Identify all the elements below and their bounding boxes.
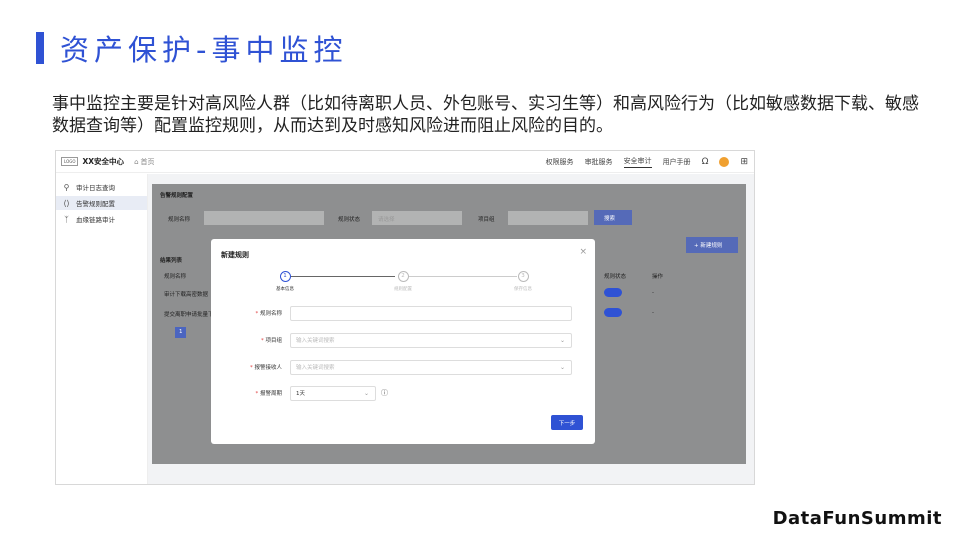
step-rule-config: 2 规则配置	[373, 271, 433, 292]
home-icon: ⌂	[134, 157, 139, 166]
receiver-label-text: 报警接收人	[254, 365, 282, 371]
search-icon: ⚲	[63, 182, 70, 192]
period-label-text: 报警周期	[259, 391, 282, 397]
chevron-down-icon: ⌄	[363, 389, 369, 397]
step-label: 规则配置	[394, 287, 412, 292]
new-rule-button-label: + 新建规则	[694, 243, 723, 249]
step-label: 保存信息	[514, 287, 532, 292]
form-row-rule-name: * 规则名称	[236, 305, 572, 321]
col-operations: 操作	[652, 274, 664, 280]
required-mark: *	[255, 311, 259, 317]
app-name: XX安全中心	[82, 157, 125, 166]
form-row-receiver: * 报警接收人 输入关键词搜索 ⌄	[236, 359, 572, 375]
slide-description: 事中监控主要是针对高风险人群（比如待离职人员、外包账号、实习生等）和高风险行为（…	[52, 94, 919, 136]
sidebar-item-lineage-audit[interactable]: ᛉ 血缘链路审计	[56, 212, 147, 226]
sidebar-item-alert-rules[interactable]: ⟨⟩ 告警规则配置	[56, 196, 147, 210]
table-row: 审计下载高密数据	[164, 292, 209, 298]
filter-rule-name-label: 规则名称	[168, 217, 191, 223]
step-number: 2	[397, 271, 409, 282]
nav-security-audit[interactable]: 安全审计	[623, 156, 652, 168]
section-title-alert-rules: 告警规则配置	[160, 193, 194, 199]
user-avatar-icon[interactable]	[719, 157, 730, 167]
close-icon[interactable]: ×	[579, 247, 587, 257]
status-toggle[interactable]	[604, 288, 622, 297]
filter-status-placeholder: 请选择	[378, 217, 395, 223]
app-topbar: LOGO XX安全中心 ⌂ 首页 权限服务 审批服务 安全审计 用户手册 Ω ⊞	[56, 151, 754, 173]
headset-icon[interactable]: Ω	[702, 157, 709, 167]
filter-project-select[interactable]	[508, 211, 588, 225]
required-mark: *	[260, 338, 264, 344]
row-op: -	[652, 310, 654, 316]
required-mark: *	[249, 365, 253, 371]
receiver-placeholder: 输入关键词搜索	[296, 365, 335, 371]
filter-rule-status-label: 规则状态	[338, 217, 361, 223]
step-basic-info: 1 基本信息	[255, 271, 315, 292]
step-number: 3	[517, 271, 529, 282]
brand-logo-text: DataFunSummit	[772, 508, 942, 529]
sidebar-item-label: 血缘链路审计	[76, 216, 115, 224]
filter-project-label: 项目组	[478, 217, 495, 223]
home-link[interactable]: ⌂ 首页	[134, 157, 154, 167]
search-button-label: 搜索	[604, 216, 616, 222]
top-nav: 权限服务 审批服务 安全审计 用户手册 Ω ⊞	[546, 151, 748, 173]
modal-title: 新建规则	[221, 251, 249, 259]
receiver-label: * 报警接收人	[236, 363, 290, 371]
period-value: 1天	[296, 391, 305, 397]
period-select[interactable]: 1天 ⌄	[290, 385, 376, 401]
nav-approval-service[interactable]: 审批服务	[585, 157, 613, 167]
new-rule-modal: 新建规则 × 1 基本信息 2 规则配置 3 保存信息 * 规则名称 * 项目组…	[211, 239, 595, 444]
slide-title: 资产保护-事中监控	[36, 30, 348, 67]
filter-rule-name-input[interactable]	[204, 211, 324, 225]
rule-name-input[interactable]	[290, 305, 572, 321]
logo: LOGO	[61, 157, 79, 166]
receiver-select[interactable]: 输入关键词搜索 ⌄	[290, 359, 572, 375]
col-rule-status: 规则状态	[604, 274, 627, 280]
rule-name-label: * 规则名称	[236, 309, 290, 317]
step-save-info: 3 保存信息	[493, 271, 553, 292]
required-mark: *	[255, 391, 259, 397]
home-label: 首页	[140, 157, 155, 166]
form-row-period: * 报警周期 1天 ⌄ ⓘ	[236, 385, 388, 401]
status-toggle[interactable]	[604, 308, 622, 317]
pagination-page: 1	[179, 329, 183, 335]
sidebar: ⚲ 审计日志查询 ⟨⟩ 告警规则配置 ᛉ 血缘链路审计	[56, 174, 148, 484]
next-step-button[interactable]: 下一步	[551, 415, 583, 430]
table-row: 提交离职申请批量下	[164, 312, 214, 318]
project-select[interactable]: 输入关键词搜索 ⌄	[290, 332, 572, 348]
title-accent-bar	[36, 32, 44, 64]
project-label-text: 项目组	[265, 338, 282, 344]
rule-name-label-text: 规则名称	[259, 311, 282, 317]
slide-title-text: 资产保护-事中监控	[60, 33, 348, 67]
sidebar-item-label: 告警规则配置	[76, 200, 115, 208]
nav-permission-service[interactable]: 权限服务	[546, 157, 574, 167]
sidebar-item-label: 审计日志查询	[76, 184, 115, 192]
step-number: 1	[279, 271, 291, 282]
chevron-down-icon: ⌄	[559, 336, 565, 344]
form-row-project: * 项目组 输入关键词搜索 ⌄	[236, 332, 572, 348]
period-label: * 报警周期	[236, 389, 290, 397]
branch-icon: ᛉ	[64, 214, 69, 224]
chevron-down-icon: ⌄	[559, 363, 565, 371]
code-icon: ⟨⟩	[63, 198, 70, 208]
section-title-results: 结果列表	[160, 258, 183, 264]
nav-user-manual[interactable]: 用户手册	[663, 157, 691, 167]
sidebar-item-audit-log[interactable]: ⚲ 审计日志查询	[56, 180, 147, 194]
project-placeholder: 输入关键词搜索	[296, 338, 335, 344]
app-screenshot: LOGO XX安全中心 ⌂ 首页 权限服务 审批服务 安全审计 用户手册 Ω ⊞…	[55, 150, 755, 485]
help-icon[interactable]: ⓘ	[381, 388, 388, 398]
grid-apps-icon[interactable]: ⊞	[740, 157, 748, 167]
step-label: 基本信息	[276, 287, 294, 292]
row-op: -	[652, 290, 654, 296]
col-rule-name: 规则名称	[164, 274, 187, 280]
project-label: * 项目组	[236, 336, 290, 344]
